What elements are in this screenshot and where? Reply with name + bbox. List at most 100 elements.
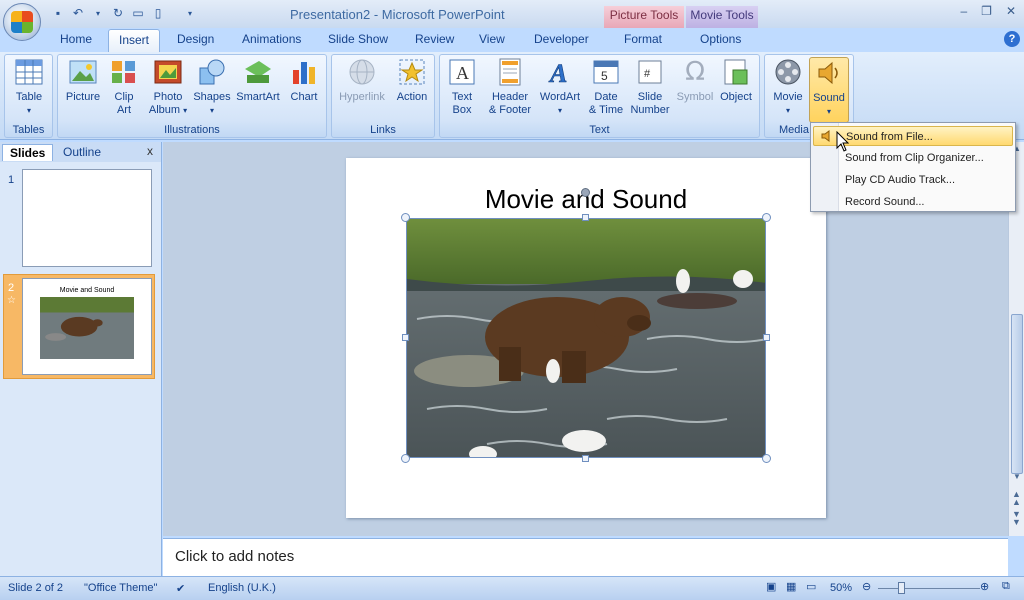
undo-icon[interactable]: ↶ xyxy=(70,5,86,21)
slide-thumbnail-1[interactable] xyxy=(22,169,152,267)
scroll-down-icon[interactable]: ▼ xyxy=(1013,472,1021,481)
resize-handle-bottom[interactable] xyxy=(582,455,589,462)
open-folder-icon[interactable]: ▭ xyxy=(130,5,146,21)
hyperlink-globe-icon xyxy=(347,57,377,87)
text-box-button[interactable]: A Text Box xyxy=(444,57,480,117)
rotate-handle[interactable] xyxy=(581,188,590,197)
photo-album-button[interactable]: Photo Album ▾ xyxy=(146,57,190,117)
zoom-slider[interactable] xyxy=(878,588,980,589)
menu-item-record-sound[interactable]: Record Sound... xyxy=(813,192,1013,212)
shapes-button[interactable]: Shapes ▾ xyxy=(192,57,232,117)
scrollbar-thumb[interactable] xyxy=(1011,314,1023,474)
links-group-label: Links xyxy=(370,124,396,136)
next-slide-icon[interactable]: ▼ ▼ xyxy=(1012,510,1021,527)
bear-photo[interactable] xyxy=(406,218,766,458)
resize-handle-left[interactable] xyxy=(402,334,409,341)
pane-close-icon[interactable]: x xyxy=(147,144,153,158)
thumb-photo xyxy=(40,297,134,359)
slide-count-status: Slide 2 of 2 xyxy=(8,582,64,594)
undo-dropdown-icon[interactable]: ▾ xyxy=(90,5,106,21)
tab-format[interactable]: Format xyxy=(624,32,662,46)
date-time-button[interactable]: 5 Date & Time xyxy=(586,57,626,117)
smartart-icon xyxy=(243,57,273,87)
object-button[interactable]: Object xyxy=(716,57,756,104)
clip-art-icon xyxy=(109,57,139,87)
mouse-cursor-icon xyxy=(836,130,850,156)
slide-number-icon: # xyxy=(635,57,665,87)
slide-number-button[interactable]: # Slide Number xyxy=(628,57,672,117)
hyperlink-button[interactable]: Hyperlink xyxy=(334,57,390,104)
group-text: A Text Box Header & Footer A WordArt ▾ 5… xyxy=(439,54,760,138)
fit-to-window-icon[interactable]: ⧉ xyxy=(1002,580,1010,593)
help-icon[interactable]: ? xyxy=(1004,31,1020,47)
zoom-slider-thumb[interactable] xyxy=(898,582,905,594)
tab-view[interactable]: View xyxy=(479,32,505,46)
group-tables: Table ▾ Tables xyxy=(4,54,53,138)
resize-handle-right[interactable] xyxy=(763,334,770,341)
office-button[interactable] xyxy=(3,3,41,41)
animation-star-icon: ☆ xyxy=(7,295,16,306)
movie-button[interactable]: Movie ▾ xyxy=(769,57,807,117)
ribbon-tabs: Home Insert Design Animations Slide Show… xyxy=(0,28,1024,53)
slide-sorter-view-icon[interactable]: ▦ xyxy=(786,580,796,593)
movie-tools-context: Movie Tools xyxy=(686,6,758,28)
header-footer-button[interactable]: Header & Footer xyxy=(484,57,536,117)
minimize-button[interactable]: – xyxy=(960,4,967,18)
language-status[interactable]: English (U.K.) xyxy=(208,582,276,594)
save-icon[interactable]: ▪ xyxy=(50,5,66,21)
action-button[interactable]: Action xyxy=(392,57,432,104)
office-logo-icon xyxy=(11,11,33,33)
resize-handle-top[interactable] xyxy=(582,214,589,221)
clip-art-button[interactable]: Clip Art xyxy=(108,57,140,117)
tab-review[interactable]: Review xyxy=(415,32,454,46)
zoom-out-icon[interactable]: ⊖ xyxy=(862,580,871,593)
illustrations-group-label: Illustrations xyxy=(164,124,220,136)
tab-insert[interactable]: Insert xyxy=(108,29,161,53)
picture-button[interactable]: Picture xyxy=(62,57,104,104)
status-bar: Slide 2 of 2 "Office Theme" ✔ English (U… xyxy=(0,576,1024,600)
svg-text:5: 5 xyxy=(601,69,608,83)
slide-show-view-icon[interactable]: ▭ xyxy=(806,580,816,593)
zoom-in-icon[interactable]: ⊕ xyxy=(980,580,989,593)
wordart-button[interactable]: A WordArt ▾ xyxy=(538,57,582,117)
tab-design[interactable]: Design xyxy=(177,32,214,46)
thumb-slide-title: Movie and Sound xyxy=(59,287,115,294)
resize-handle-top-left[interactable] xyxy=(401,213,410,222)
symbol-button[interactable]: Ω Symbol xyxy=(674,57,716,104)
previous-slide-icon[interactable]: ▲ ▲ xyxy=(1012,490,1021,507)
notes-placeholder[interactable]: Click to add notes xyxy=(175,548,294,565)
table-button[interactable]: Table ▾ xyxy=(9,57,49,117)
chart-button[interactable]: Chart xyxy=(284,57,324,104)
close-button[interactable]: ✕ xyxy=(1006,4,1016,18)
tab-options[interactable]: Options xyxy=(700,32,741,46)
resize-handle-bottom-right[interactable] xyxy=(762,454,771,463)
spell-check-icon[interactable]: ✔ xyxy=(176,582,185,595)
menu-item-play-cd-audio-track[interactable]: Play CD Audio Track... xyxy=(813,170,1013,190)
shapes-icon xyxy=(197,57,227,87)
theme-status[interactable]: "Office Theme" xyxy=(84,582,157,594)
tab-developer[interactable]: Developer xyxy=(534,32,589,46)
restore-button[interactable]: ❐ xyxy=(981,4,992,18)
header-footer-icon xyxy=(495,57,525,87)
tab-slide-show[interactable]: Slide Show xyxy=(328,32,388,46)
resize-handle-top-right[interactable] xyxy=(762,213,771,222)
text-box-icon: A xyxy=(447,57,477,87)
svg-text:A: A xyxy=(548,59,567,86)
tab-animations[interactable]: Animations xyxy=(242,32,301,46)
customize-qat-icon[interactable]: ▾ xyxy=(182,5,198,21)
tab-home[interactable]: Home xyxy=(60,32,92,46)
slide-thumbnail-2[interactable]: Movie and Sound xyxy=(22,278,152,375)
calendar-icon: 5 xyxy=(591,57,621,87)
zoom-level[interactable]: 50% xyxy=(830,582,852,594)
resize-handle-bottom-left[interactable] xyxy=(401,454,410,463)
tab-outline-pane[interactable]: Outline xyxy=(56,144,108,160)
sound-button[interactable]: Sound ▾ xyxy=(809,57,849,123)
notes-pane[interactable]: Click to add notes xyxy=(163,538,1008,576)
speaker-menu-icon xyxy=(820,129,834,146)
new-document-icon[interactable]: ▯ xyxy=(150,5,166,21)
window-title: Presentation2 - Microsoft PowerPoint xyxy=(290,7,505,22)
smartart-button[interactable]: SmartArt xyxy=(234,57,282,104)
tab-slides-pane[interactable]: Slides xyxy=(2,144,54,161)
normal-view-icon[interactable]: ▣ xyxy=(766,580,776,593)
redo-icon[interactable]: ↻ xyxy=(110,5,126,21)
